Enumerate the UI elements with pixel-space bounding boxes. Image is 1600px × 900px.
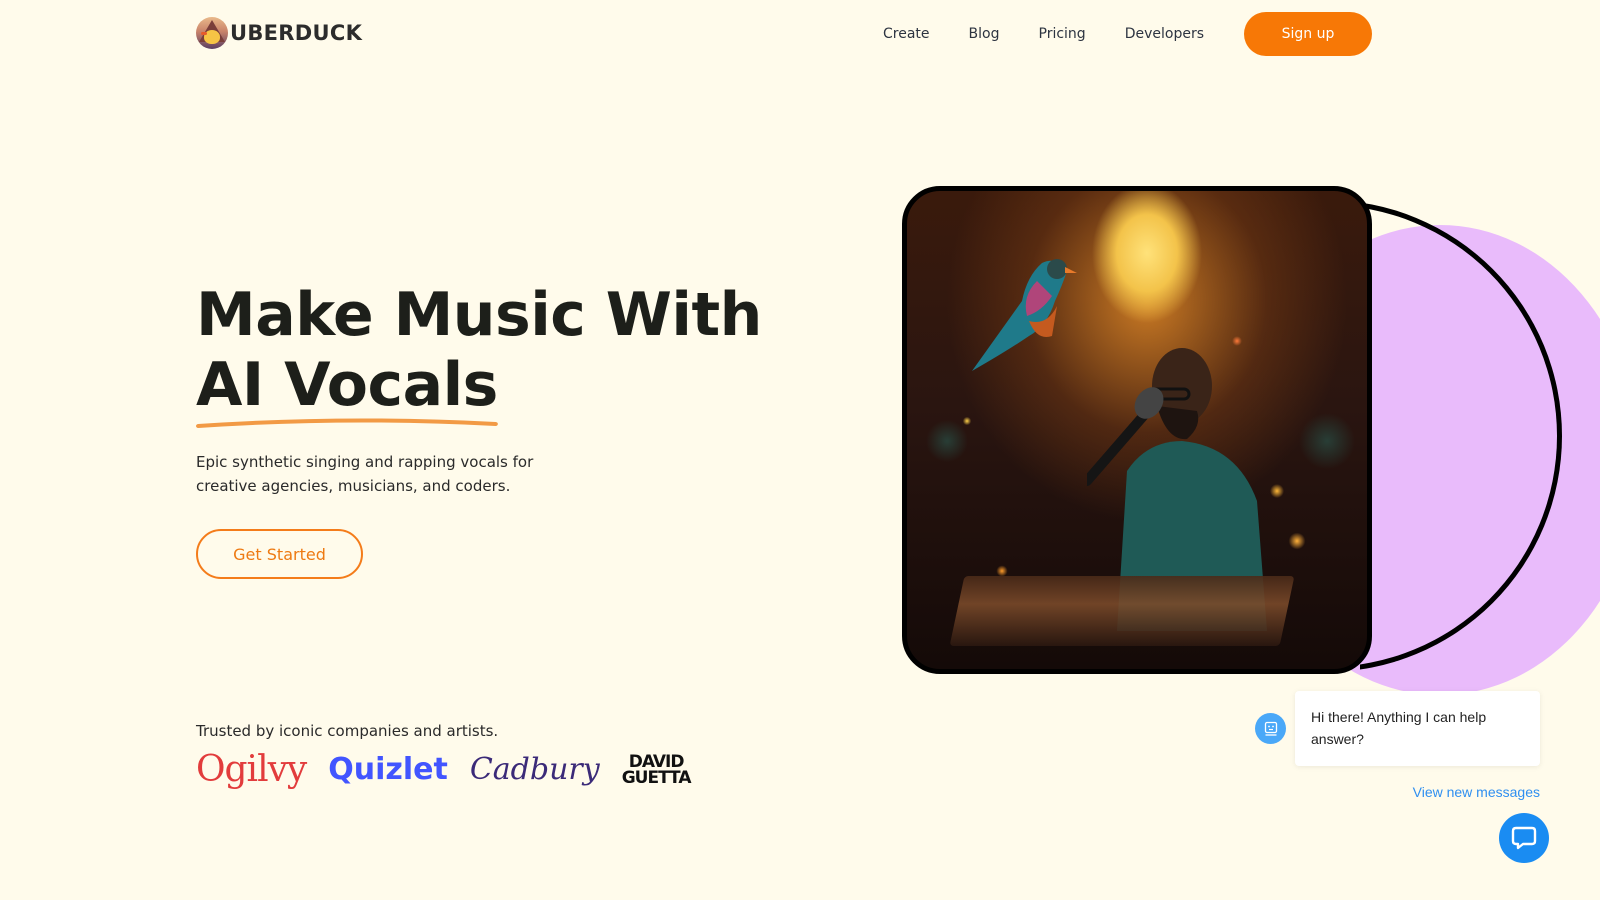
nav-link-developers[interactable]: Developers xyxy=(1125,26,1204,42)
hero-title-line2: AI Vocals xyxy=(196,350,498,428)
quizlet-logo: Quizlet xyxy=(328,752,448,787)
piano-illustration xyxy=(949,576,1295,646)
nav-link-pricing[interactable]: Pricing xyxy=(1039,26,1086,42)
david-guetta-logo: DAVID GUETTA xyxy=(621,754,692,788)
chat-launcher-button[interactable] xyxy=(1499,813,1549,863)
outline-shape-decoration xyxy=(1360,198,1570,676)
hero-title-line1: Make Music With xyxy=(196,280,762,350)
duck-logo-icon xyxy=(196,17,228,49)
hero-image xyxy=(902,186,1372,674)
underline-decoration xyxy=(196,418,498,428)
brand-logo[interactable]: UBERDUCK xyxy=(196,17,362,49)
chat-bubble-icon xyxy=(1511,826,1537,850)
cadbury-logo: Cadbury xyxy=(469,752,600,787)
trusted-label: Trusted by iconic companies and artists. xyxy=(196,722,499,740)
main-nav: Create Blog Pricing Developers Sign up xyxy=(883,12,1372,56)
get-started-button[interactable]: Get Started xyxy=(196,529,363,579)
guetta-line2: GUETTA xyxy=(621,768,692,788)
hero-title-highlight: AI Vocals xyxy=(196,350,498,420)
brand-name: UBERDUCK xyxy=(230,21,363,45)
hero-title: Make Music With AI Vocals xyxy=(196,280,762,428)
nav-link-blog[interactable]: Blog xyxy=(969,26,1000,42)
view-new-messages-link[interactable]: View new messages xyxy=(1413,784,1540,800)
chat-message-bubble[interactable]: Hi there! Anything I can help answer? xyxy=(1295,691,1540,766)
bot-face-icon xyxy=(1255,713,1286,744)
brand-logos: Ogilvy Quizlet Cadbury DAVID GUETTA xyxy=(196,750,691,790)
hero-subtitle: Epic synthetic singing and rapping vocal… xyxy=(196,453,534,495)
ogilvy-logo: Ogilvy xyxy=(196,749,307,790)
bird-illustration xyxy=(972,259,1077,371)
nav-link-create[interactable]: Create xyxy=(883,26,930,42)
signup-button[interactable]: Sign up xyxy=(1244,12,1372,56)
